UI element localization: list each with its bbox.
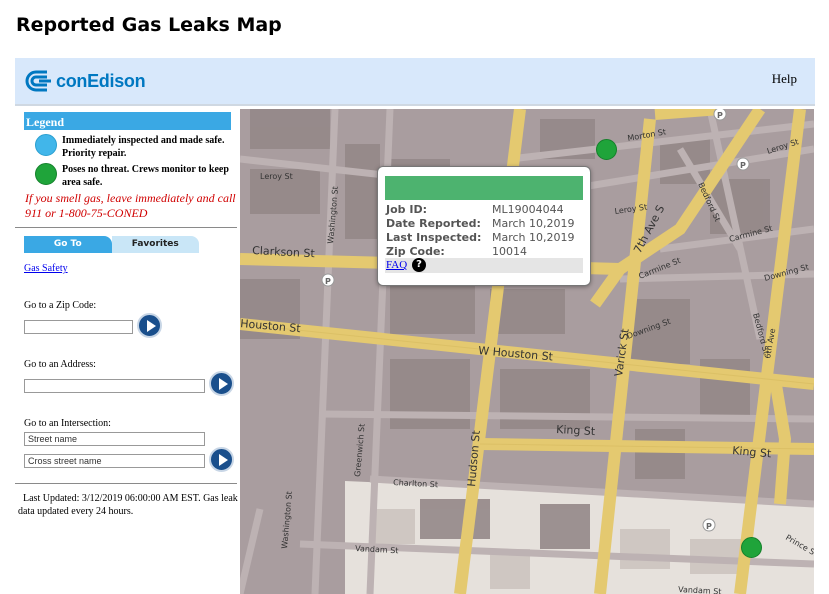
street-label: Leroy St [260, 172, 293, 181]
popup-row-last-inspected: Last Inspected: March 10,2019 [386, 231, 586, 245]
parking-icon: P [713, 109, 727, 121]
conedison-logo-icon [25, 70, 51, 92]
parking-icon: P [321, 273, 335, 287]
popup-key: Date Reported: [386, 217, 481, 230]
legend-title: Legend [24, 112, 231, 130]
zip-input[interactable] [24, 320, 133, 334]
legend-item-priority: Immediately inspected and made safe. Pri… [35, 134, 235, 160]
parking-label: P [325, 277, 331, 286]
cross-street-input[interactable] [24, 454, 205, 468]
tab-favorites[interactable]: Favorites [111, 236, 199, 253]
intersection-label: Go to an Intersection: [24, 418, 111, 429]
popup-value: 10014 [492, 245, 527, 258]
street-label: King St [556, 423, 596, 438]
address-label: Go to an Address: [24, 359, 96, 370]
parking-label: P [740, 161, 746, 170]
header-bar: conEdison Help [15, 58, 815, 106]
address-input[interactable] [24, 379, 205, 393]
sidebar: Legend Immediately inspected and made sa… [15, 109, 239, 594]
page-title: Reported Gas Leaks Map [16, 14, 282, 36]
play-arrow-icon [218, 377, 228, 390]
logo-text: conEdison [56, 70, 146, 91]
street-label: Greenwich St [353, 423, 367, 477]
play-arrow-icon [146, 319, 156, 332]
popup-key: Last Inspected: [386, 231, 482, 244]
popup-row-date-reported: Date Reported: March 10,2019 [386, 217, 586, 231]
parking-label: P [717, 111, 723, 120]
divider [15, 227, 237, 228]
question-icon[interactable]: ? [412, 258, 426, 272]
popup-key: Job ID: [386, 203, 427, 216]
legend-item-monitor: Poses no threat. Crews monitor to keep a… [35, 163, 235, 189]
parking-icon: P [702, 518, 716, 532]
help-link[interactable]: Help [772, 71, 797, 87]
tab-go-to[interactable]: Go To [24, 236, 112, 253]
popup-row-zip-code: Zip Code: 10014 [386, 245, 586, 259]
street-label: Washington St [280, 491, 294, 549]
popup-status-bar [385, 176, 583, 200]
street-label: Vandam St [678, 585, 722, 594]
green-dot-icon [35, 163, 57, 185]
popup-value: March 10,2019 [492, 217, 575, 230]
leak-marker-green[interactable] [596, 139, 617, 160]
popup-faq-bar: FAQ ? [385, 258, 583, 273]
leak-info-popup: Job ID: ML19004044 Date Reported: March … [377, 166, 591, 286]
zip-label: Go to a Zip Code: [24, 300, 97, 311]
zip-go-button[interactable] [137, 313, 162, 338]
street-label: King St [732, 444, 773, 460]
legend-item-label: Poses no threat. Crews monitor to keep a… [62, 164, 229, 188]
gas-safety-link[interactable]: Gas Safety [24, 263, 68, 274]
conedison-logo[interactable]: conEdison [25, 68, 146, 94]
intersection-go-button[interactable] [209, 447, 234, 472]
popup-key: Zip Code: [386, 245, 445, 258]
address-go-button[interactable] [209, 371, 234, 396]
play-arrow-icon [218, 453, 228, 466]
divider [15, 483, 237, 484]
blue-dot-icon [35, 134, 57, 156]
popup-row-job-id: Job ID: ML19004044 [386, 203, 586, 217]
popup-value: March 10,2019 [492, 231, 575, 244]
legend-item-label: Immediately inspected and made safe. Pri… [62, 135, 225, 159]
gas-warning: If you smell gas, leave immediately and … [25, 191, 236, 220]
faq-link[interactable]: FAQ [386, 259, 407, 271]
parking-label: P [706, 522, 712, 531]
last-updated-text: Last Updated: 3/12/2019 06:00:00 AM EST.… [18, 493, 238, 517]
sidebar-tabs: Go To Favorites [24, 236, 199, 253]
leak-marker-green[interactable] [741, 537, 762, 558]
popup-value: ML19004044 [492, 203, 564, 216]
street-name-input[interactable] [24, 432, 205, 446]
parking-icon: P [736, 157, 750, 171]
